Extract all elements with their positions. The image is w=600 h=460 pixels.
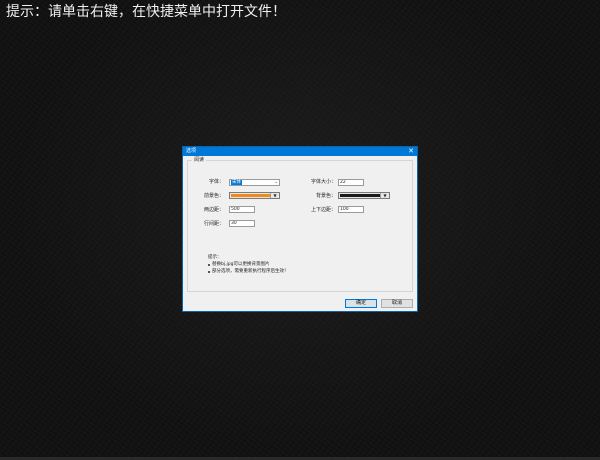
v-margin-label: 上下边距： [310,207,336,213]
reading-group-title: 阅读 [192,157,207,164]
ok-button[interactable]: 确定 [345,299,377,308]
fg-color-swatch [231,194,270,197]
fg-color-label: 前景色： [203,193,224,199]
tip-item: 部分选项，需要重新执行程序后生效！ [208,268,289,275]
tips-heading: 提示： [208,255,222,260]
h-margin-input[interactable]: 500 [229,206,255,213]
v-margin-input[interactable]: 100 [338,206,364,213]
bg-color-swatch [340,194,380,197]
font-size-label: 字体大小： [310,179,336,185]
dialog-title: 选项 [186,148,197,154]
h-margin-label: 两边距： [203,207,224,213]
bg-color-picker[interactable]: ▼ [338,192,390,199]
line-spacing-label: 行间距： [203,221,224,227]
dialog-titlebar[interactable]: 选项 ✕ [183,147,417,156]
tip-item: 替换bj.jpg可以更换背景图片 [208,261,289,268]
tips-block: 提示： 替换bj.jpg可以更换背景图片 部分选项，需要重新执行程序后生效！ [208,254,289,275]
reading-group: 阅读 字体： 宋体 ⌄ 字体大小： 22 前景色： ▼ 背景色： ▼ 两边距： … [187,157,413,292]
triangle-down-icon: ▼ [270,193,279,198]
options-dialog: 选项 ✕ 阅读 字体： 宋体 ⌄ 字体大小： 22 前景色： ▼ 背景色： ▼ … [182,146,418,312]
font-label: 字体： [208,179,224,185]
cancel-button[interactable]: 取消 [381,299,413,308]
close-icon[interactable]: ✕ [407,147,415,156]
chevron-down-icon: ⌄ [274,180,278,185]
font-size-input[interactable]: 22 [338,179,364,186]
font-select-value: 宋体 [231,180,242,185]
bg-color-label: 背景色： [315,193,336,199]
page-hint: 提示：请单击右键，在快捷菜单中打开文件！ [6,4,286,20]
line-spacing-input[interactable]: 30 [229,220,255,227]
font-select[interactable]: 宋体 ⌄ [229,179,280,186]
fg-color-picker[interactable]: ▼ [229,192,280,199]
triangle-down-icon: ▼ [380,193,389,198]
